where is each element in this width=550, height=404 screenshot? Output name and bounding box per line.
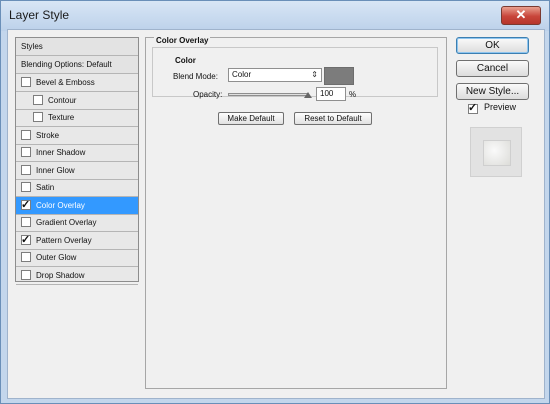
ok-button[interactable]: OK (456, 37, 529, 54)
preview-checkbox[interactable]: ✓ (468, 102, 478, 114)
reset-to-default-button[interactable]: Reset to Default (294, 112, 372, 125)
overlay-color-swatch[interactable] (324, 67, 354, 85)
style-item[interactable]: Inner Shadow (16, 144, 138, 162)
blending-options-item[interactable]: Blending Options: Default (16, 56, 138, 74)
style-checkbox[interactable] (21, 129, 31, 140)
style-item[interactable]: Contour (16, 92, 138, 110)
style-item[interactable]: ✓ Pattern Overlay (16, 232, 138, 250)
style-checkbox[interactable] (21, 164, 31, 175)
style-checkbox[interactable] (21, 252, 31, 262)
dialog-body: Styles Blending Options: Default Bevel &… (7, 29, 545, 399)
style-item-label: Color Overlay (36, 200, 85, 210)
style-item-label: Texture (48, 113, 75, 122)
style-checkbox[interactable] (21, 77, 31, 87)
style-item[interactable]: Stroke (16, 127, 138, 145)
style-item-label: Contour (48, 95, 77, 105)
new-style-button[interactable]: New Style... (456, 83, 529, 100)
style-checkbox[interactable] (21, 182, 31, 192)
preview-thumbnail (470, 127, 522, 177)
make-default-button[interactable]: Make Default (218, 112, 284, 125)
close-icon: ✕ (515, 7, 527, 22)
style-item-label: Gradient Overlay (36, 218, 97, 227)
style-item-label: Outer Glow (36, 253, 77, 262)
opacity-unit: % (349, 90, 357, 99)
updown-arrow-icon: ⇕ (311, 70, 318, 79)
style-checkbox[interactable] (21, 217, 31, 227)
opacity-input[interactable]: 100 (316, 87, 346, 101)
checkmark-icon: ✓ (21, 233, 31, 246)
opacity-label: Opacity: (193, 90, 223, 99)
style-item[interactable]: Texture (16, 109, 138, 127)
style-item[interactable]: Bevel & Emboss (16, 74, 138, 92)
checkmark-icon: ✓ (21, 198, 31, 211)
style-checkbox[interactable] (33, 112, 43, 122)
opacity-slider-thumb[interactable] (304, 92, 312, 98)
style-item-label: Stroke (36, 130, 60, 140)
style-checkbox[interactable] (21, 147, 31, 157)
style-item[interactable]: Satin (16, 179, 138, 197)
style-item[interactable]: Outer Glow (16, 249, 138, 267)
layer-style-dialog: Layer Style ✕ Styles Blending Options: D… (0, 0, 550, 404)
blend-mode-label: Blend Mode: (173, 72, 218, 81)
opacity-slider[interactable] (228, 93, 308, 96)
style-item-label: Pattern Overlay (36, 235, 92, 245)
preview-swatch (483, 140, 511, 166)
checkmark-icon: ✓ (468, 102, 478, 114)
title-bar: Layer Style ✕ (1, 1, 549, 31)
style-checkbox[interactable]: ✓ (21, 199, 31, 211)
style-item[interactable]: Inner Glow (16, 162, 138, 180)
group-title: Color (175, 56, 196, 65)
style-item[interactable]: Drop Shadow (16, 267, 138, 285)
close-button[interactable]: ✕ (501, 6, 541, 25)
style-item-label: Inner Shadow (36, 148, 86, 157)
style-checkbox[interactable]: ✓ (21, 234, 31, 246)
section-title: Color Overlay (154, 36, 211, 45)
style-checkbox[interactable] (21, 269, 31, 280)
style-item-label: Bevel & Emboss (36, 78, 95, 87)
style-checkbox[interactable] (33, 94, 43, 105)
color-group: Color Blend Mode: Color ⇕ Opacity: 100 % (152, 47, 438, 101)
styles-list: Styles Blending Options: Default Bevel &… (15, 37, 139, 285)
style-item-label: Satin (36, 183, 55, 192)
style-item[interactable]: ✓ Color Overlay (16, 196, 138, 215)
style-item-label: Drop Shadow (36, 270, 85, 280)
style-item[interactable]: Gradient Overlay (16, 214, 138, 232)
blend-mode-select[interactable]: Color ⇕ (228, 68, 322, 82)
cancel-button[interactable]: Cancel (456, 60, 529, 77)
styles-header[interactable]: Styles (16, 38, 138, 56)
style-item-label: Inner Glow (36, 165, 75, 175)
dialog-title: Layer Style (9, 8, 70, 22)
blend-mode-value: Color (232, 70, 252, 79)
preview-label: Preview (484, 102, 517, 112)
color-overlay-panel: Color Overlay Color Blend Mode: Color ⇕ … (145, 36, 447, 389)
